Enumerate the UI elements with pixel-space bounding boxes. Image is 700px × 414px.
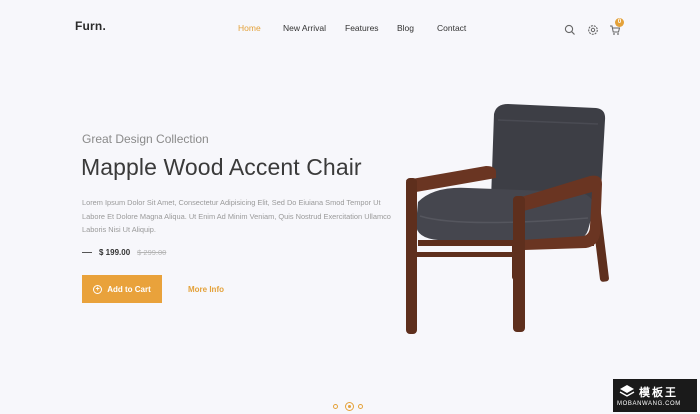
old-price: $ 299.00 bbox=[137, 247, 167, 257]
watermark-icon bbox=[619, 385, 635, 397]
hero-subtitle: Great Design Collection bbox=[82, 132, 209, 146]
nav-home[interactable]: Home bbox=[238, 23, 261, 33]
hero-description: Lorem Ipsum Dolor Sit Amet, Consectetur … bbox=[82, 198, 391, 235]
settings-icon[interactable] bbox=[587, 23, 601, 37]
watermark-url: MOBANWANG.COM bbox=[617, 401, 681, 407]
cart-count-badge: 0 bbox=[615, 18, 624, 27]
nav-contact[interactable]: Contact bbox=[437, 23, 466, 33]
chair-image bbox=[398, 100, 628, 336]
navbar: Furn. Home New Arrival Features Blog Con… bbox=[0, 0, 700, 56]
nav-blog[interactable]: Blog bbox=[397, 23, 414, 33]
watermark-logo: 模板王 MOBANWANG.COM bbox=[613, 379, 697, 412]
slider-dot-3[interactable] bbox=[358, 404, 363, 409]
watermark-title: 模板王 bbox=[639, 387, 678, 399]
add-to-cart-button[interactable]: + Add to Cart bbox=[82, 275, 162, 303]
more-info-link[interactable]: More Info bbox=[188, 285, 224, 294]
nav-features[interactable]: Features bbox=[345, 23, 379, 33]
brand-logo[interactable]: Furn. bbox=[75, 19, 106, 33]
nav-new-arrival[interactable]: New Arrival bbox=[283, 23, 326, 33]
hero-title: Mapple Wood Accent Chair bbox=[81, 154, 362, 180]
search-icon[interactable] bbox=[564, 23, 578, 37]
price-row: $ 199.00 $ 299.00 bbox=[82, 246, 166, 258]
slider-dot-2-active[interactable] bbox=[345, 402, 354, 411]
slider-dots bbox=[333, 402, 367, 412]
current-price: $ 199.00 bbox=[99, 247, 131, 257]
plus-circle-icon: + bbox=[93, 284, 103, 294]
price-dash bbox=[82, 251, 92, 253]
add-to-cart-label: Add to Cart bbox=[107, 284, 151, 294]
slider-dot-1[interactable] bbox=[333, 404, 338, 409]
